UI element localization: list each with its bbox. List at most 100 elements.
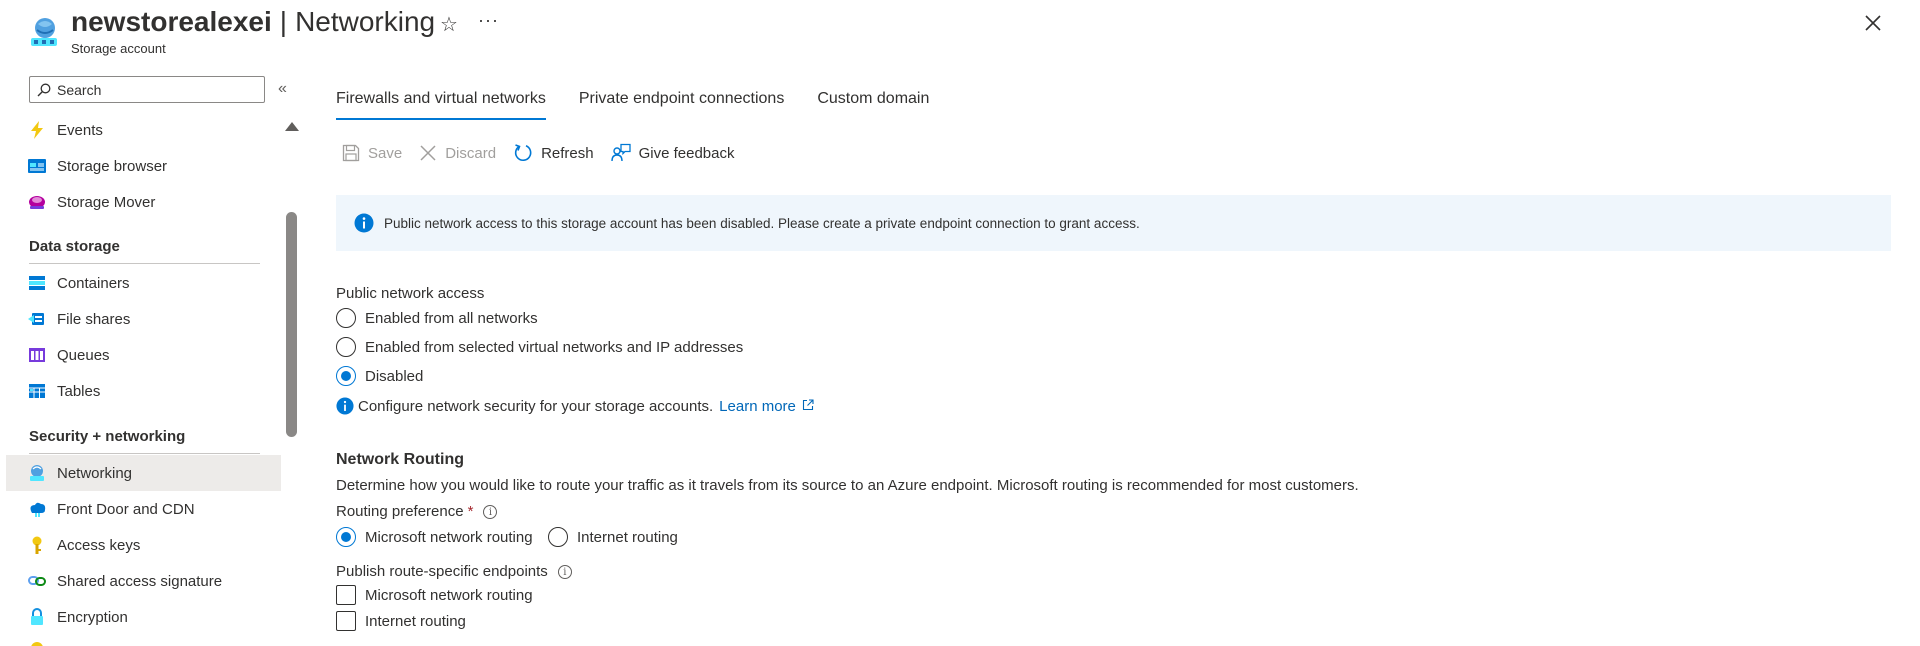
title-separator: | [279, 6, 288, 37]
refresh-button[interactable]: Refresh [513, 143, 594, 163]
info-icon [336, 397, 354, 415]
feedback-icon [610, 143, 631, 162]
refresh-icon [514, 144, 532, 162]
discard-icon [420, 145, 436, 161]
discard-label: Discard [445, 144, 497, 162]
radio-disabled[interactable]: Disabled [336, 366, 423, 386]
resource-type: Storage account [71, 41, 166, 56]
menu-search[interactable] [29, 76, 265, 103]
storage-browser-icon [28, 157, 46, 175]
radio-label: Disabled [365, 367, 424, 385]
queues-icon [28, 346, 46, 364]
publish-endpoints-label: Publish route-specific endpoints i [336, 563, 572, 580]
checkbox-label: Microsoft network routing [365, 586, 533, 604]
network-routing-description: Determine how you would like to route yo… [336, 477, 1359, 494]
section-data-storage: Data storage [29, 238, 120, 255]
checkbox-publish-internet-routing[interactable]: Internet routing [336, 611, 466, 631]
sidebar-item-label: Storage Mover [57, 193, 156, 211]
save-icon [342, 144, 360, 162]
key-icon [28, 536, 46, 554]
sidebar-item-tables[interactable]: Tables [6, 373, 281, 409]
refresh-label: Refresh [541, 144, 594, 162]
hint-text: Configure network security for your stor… [358, 397, 714, 415]
sidebar-item-label: Encryption [57, 608, 128, 626]
checkbox-publish-microsoft-routing[interactable]: Microsoft network routing [336, 585, 533, 605]
star-icon[interactable]: ☆ [440, 12, 458, 37]
sidebar-item-networking[interactable]: Networking [6, 455, 281, 491]
sidebar-item-label: Tables [57, 382, 101, 400]
save-button[interactable]: Save [342, 144, 402, 162]
close-icon[interactable] [1862, 12, 1884, 34]
sidebar-item-partial[interactable] [6, 635, 281, 646]
networking-icon [28, 464, 46, 482]
more-options-button[interactable]: ··· [478, 10, 499, 31]
tab-firewalls-virtual-networks[interactable]: Firewalls and virtual networks [336, 88, 546, 120]
page-header: newstorealexei | Networking ☆ ··· Storag… [0, 0, 1920, 62]
tables-icon [28, 382, 46, 400]
radio-microsoft-network-routing[interactable]: Microsoft network routing [336, 527, 533, 547]
sidebar-item-queues[interactable]: Queues [6, 337, 281, 373]
sidebar-item-storage-browser[interactable]: Storage browser [6, 148, 281, 184]
partial-icon [28, 639, 46, 646]
radio-button[interactable] [336, 308, 356, 328]
radio-button[interactable] [548, 527, 568, 547]
sidebar-item-encryption[interactable]: Encryption [6, 599, 281, 635]
collapse-menu-button[interactable]: « [278, 80, 287, 98]
search-icon [37, 83, 51, 96]
radio-button[interactable] [336, 337, 356, 357]
search-input[interactable] [57, 81, 247, 98]
sidebar-item-shared-access-signature[interactable]: Shared access signature [6, 563, 281, 599]
checkbox[interactable] [336, 611, 356, 631]
resource-menu: « Events Storage browser Storage Mover D… [0, 70, 300, 646]
sidebar-item-events[interactable]: Events [6, 112, 281, 148]
learn-more-text: Learn more [719, 397, 796, 415]
info-banner: Public network access to this storage ac… [336, 195, 1891, 251]
sidebar-item-label: File shares [57, 310, 131, 328]
containers-icon [28, 274, 46, 292]
radio-label: Enabled from all networks [365, 309, 538, 327]
sidebar-item-containers[interactable]: Containers [6, 265, 281, 301]
public-network-access-label: Public network access [336, 285, 485, 302]
radio-label: Enabled from selected virtual networks a… [365, 338, 744, 356]
storage-mover-icon [28, 193, 46, 211]
discard-button[interactable]: Discard [419, 144, 496, 162]
tab-custom-domain[interactable]: Custom domain [817, 88, 929, 120]
page-name: Networking [295, 6, 436, 37]
section-divider [29, 453, 260, 454]
sidebar-item-label: Front Door and CDN [57, 500, 195, 518]
sidebar-item-front-door[interactable]: Front Door and CDN [6, 491, 281, 527]
sidebar-scrollbar-thumb[interactable] [286, 212, 297, 437]
routing-preference-label: Routing preference * i [336, 503, 498, 520]
radio-enabled-all-networks[interactable]: Enabled from all networks [336, 308, 538, 328]
section-divider [29, 263, 260, 264]
sidebar-item-storage-mover[interactable]: Storage Mover [6, 184, 281, 220]
radio-button-selected[interactable] [336, 366, 356, 386]
link-icon [28, 572, 46, 590]
tab-private-endpoint-connections[interactable]: Private endpoint connections [579, 88, 784, 120]
radio-internet-routing[interactable]: Internet routing [548, 527, 678, 547]
info-tooltip-icon[interactable]: i [557, 565, 572, 580]
sidebar-item-label: Shared access signature [57, 572, 223, 590]
radio-enabled-selected-networks[interactable]: Enabled from selected virtual networks a… [336, 337, 743, 357]
routing-preference-text: Routing preference [336, 503, 464, 520]
sidebar-item-access-keys[interactable]: Access keys [6, 527, 281, 563]
radio-label: Internet routing [577, 528, 678, 546]
lightning-icon [28, 121, 46, 139]
sidebar-item-label: Networking [57, 464, 133, 482]
learn-more-link[interactable]: Learn more [719, 398, 814, 415]
feedback-label: Give feedback [638, 144, 735, 162]
info-tooltip-icon[interactable]: i [483, 505, 498, 520]
sidebar-item-label: Events [57, 121, 103, 139]
resource-name: newstorealexei [71, 6, 272, 37]
scroll-up-arrow[interactable] [285, 122, 299, 131]
network-routing-title: Network Routing [336, 451, 464, 468]
sidebar-item-label: Containers [57, 274, 130, 292]
publish-endpoints-text: Publish route-specific endpoints [336, 563, 548, 580]
lock-icon [28, 608, 46, 626]
give-feedback-button[interactable]: Give feedback [610, 143, 735, 163]
sidebar-item-file-shares[interactable]: File shares [6, 301, 281, 337]
checkbox[interactable] [336, 585, 356, 605]
radio-button-selected[interactable] [336, 527, 356, 547]
info-icon [354, 213, 374, 233]
storage-account-networking-icon [31, 18, 57, 46]
